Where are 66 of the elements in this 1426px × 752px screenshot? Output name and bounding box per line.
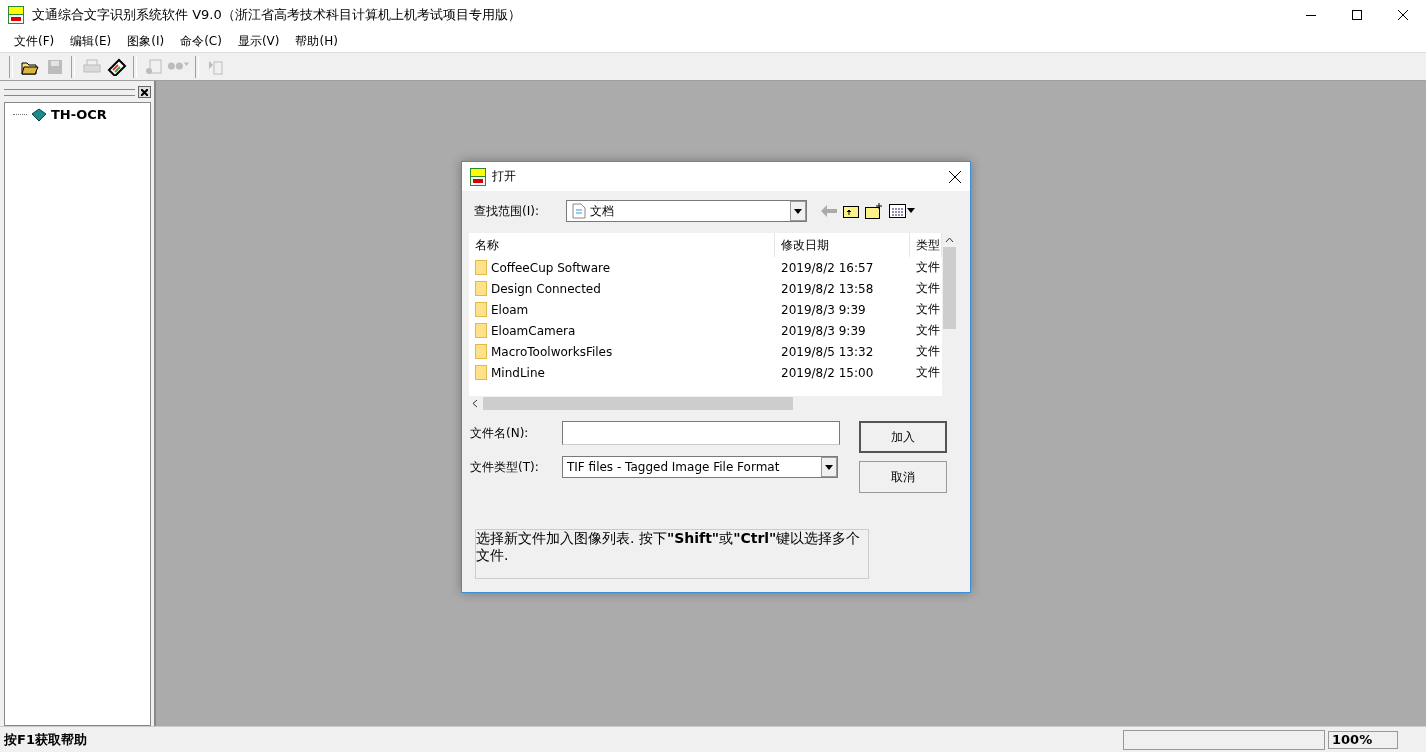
look-in-dropdown[interactable]: 文档 (566, 200, 807, 222)
file-name[interactable]: CoffeeCup Software (491, 260, 611, 275)
type-cell-text: 文件 (915, 301, 941, 318)
maximize-icon (1352, 10, 1362, 20)
window-title: 文通综合文字识别系统软件 V9.0（浙江省高考技术科目计算机上机考试项目专用版） (32, 6, 522, 24)
status-text: 按F1获取帮助 (3, 730, 88, 749)
type-cell-text: 文件 (915, 343, 941, 360)
field-label: 文件名(N): (470, 424, 530, 442)
printer-icon (82, 58, 101, 75)
date-cell-text: 2019/8/2 16:57 (780, 260, 875, 275)
tree-item[interactable]: TH-OCR (51, 107, 107, 122)
date-cell-text: 2019/8/3 9:39 (780, 323, 867, 338)
dropdown-button[interactable] (821, 457, 837, 477)
document-icon (144, 58, 163, 75)
menu-item[interactable]: 命令(C) (172, 32, 230, 50)
up-folder-icon[interactable] (843, 204, 859, 218)
file-name[interactable]: MacroToolworksFiles (491, 344, 613, 359)
folder-icon (475, 260, 487, 275)
folder-icon (475, 344, 487, 359)
file-type-dropdown[interactable]: TIF files - Tagged Image File Format (562, 456, 838, 478)
date-cell-text: 2019/8/2 13:58 (780, 281, 875, 296)
grip-bar[interactable] (4, 88, 135, 96)
new-folder-icon[interactable] (865, 203, 883, 219)
type-cell-text: 文件 (915, 280, 941, 297)
file-name[interactable]: EloamCamera (491, 323, 576, 338)
date-cell-text: 2019/8/3 9:39 (780, 302, 867, 317)
column-header[interactable]: 修改日期 (775, 233, 910, 257)
view-menu-icon[interactable] (889, 204, 915, 218)
zoom-level: 100% (1328, 730, 1398, 749)
caret-icon (794, 208, 802, 214)
menu-item[interactable]: 文件(F) (6, 32, 63, 50)
type-cell-text: 文件 (915, 364, 941, 381)
file-name-field[interactable] (562, 421, 840, 445)
cancel-button[interactable]: 取消 (859, 461, 947, 493)
folder-icon (475, 302, 487, 317)
minimize-icon (1306, 14, 1316, 16)
field-label: 文件类型(T): (470, 458, 540, 476)
file-name[interactable]: MindLine (491, 365, 545, 380)
close-icon (141, 88, 148, 96)
folder-icon (475, 323, 487, 338)
close-icon (949, 170, 961, 183)
column-header[interactable]: 名称 (469, 233, 775, 257)
document-icon (572, 203, 586, 219)
file-name[interactable]: Eloam (491, 302, 529, 317)
date-cell-text: 2019/8/2 15:00 (780, 365, 875, 380)
type-cell-text: 文件 (915, 259, 941, 276)
close-icon (1398, 10, 1408, 20)
menu-item[interactable]: 帮助(H) (287, 32, 346, 50)
app-icon (470, 167, 486, 186)
add-button[interactable]: 加入 (859, 421, 947, 453)
app-icon (8, 6, 24, 24)
folder-icon (475, 281, 487, 296)
pages-icon (206, 58, 225, 75)
dropdown-button[interactable] (790, 201, 806, 221)
close-button[interactable] (138, 86, 151, 98)
dialog-title: 打开 (492, 168, 517, 185)
hint-text: 选择新文件加入图像列表. 按下"Shift"或"Ctrl"键以选择多个文件. (475, 529, 869, 579)
date-cell-text: 2019/8/5 13:32 (780, 344, 875, 359)
menu-item[interactable]: 编辑(E) (62, 32, 120, 50)
menu-item[interactable]: 图象(I) (119, 32, 173, 50)
folder-icon (475, 365, 487, 380)
file-name[interactable]: Design Connected (491, 281, 601, 296)
type-cell-text: 文件 (915, 322, 941, 339)
field-label: 查找范围(I): (474, 202, 540, 220)
caret-icon (825, 464, 833, 470)
menu-item[interactable]: 显示(V) (229, 32, 288, 50)
